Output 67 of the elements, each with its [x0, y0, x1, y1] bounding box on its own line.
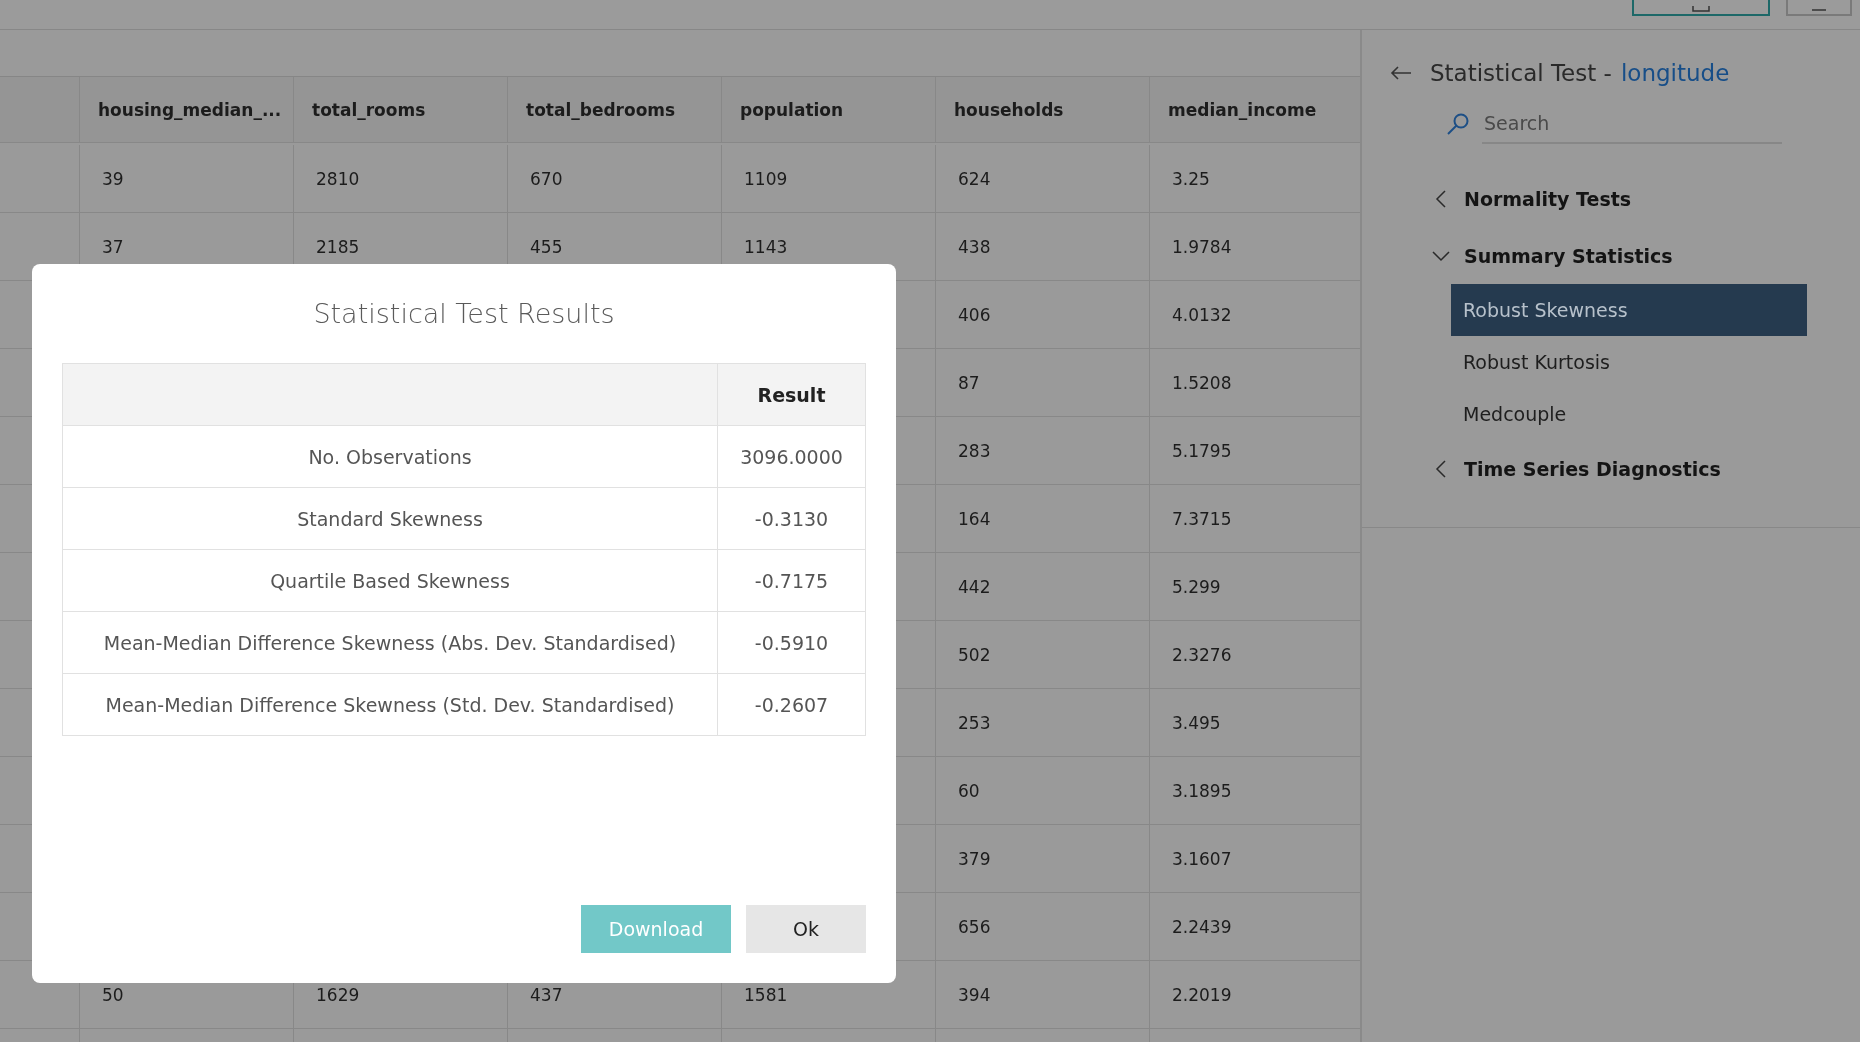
table-cell: 656	[936, 893, 1150, 961]
table-cell: 60	[936, 757, 1150, 825]
table-cell: 438	[936, 213, 1150, 281]
table-cell: Mean-Median Difference Skewness (Std. Dev. Standardised)	[63, 674, 718, 736]
chevron-left-icon[interactable]	[1435, 459, 1447, 478]
table-cell: 3.1607	[1150, 825, 1360, 893]
dialog-title: Statistical Test Results	[313, 298, 615, 329]
table-cell: 442	[936, 553, 1150, 621]
menu-icon	[1812, 8, 1826, 12]
column-header[interactable]: households	[936, 77, 1150, 143]
table-cell: 87	[936, 349, 1150, 417]
column-header[interactable]: total_bedrooms	[508, 77, 722, 143]
header-cell: Result	[718, 364, 866, 426]
table-cell: 164	[936, 485, 1150, 553]
table-cell: 379	[936, 825, 1150, 893]
table-cell: 2.2439	[1150, 893, 1360, 961]
table-cell: 283	[936, 417, 1150, 485]
table-cell: 2.2019	[1150, 961, 1360, 1029]
table-cell: No. Observations	[63, 426, 718, 488]
tree-item[interactable]: Robust Skewness	[1451, 284, 1807, 336]
table-cell: 1.9784	[1150, 213, 1360, 281]
table-cell: -0.2607	[718, 674, 866, 736]
tree-group[interactable]: Summary Statistics	[1464, 244, 1673, 267]
table-cell: 2810	[294, 145, 508, 213]
column-header[interactable]: housing_median_...	[80, 77, 294, 143]
tree-item[interactable]: Robust Kurtosis	[1451, 336, 1807, 388]
table-cell: 4.0132	[1150, 281, 1360, 349]
table-cell: 1109	[722, 145, 936, 213]
table-cell: 253	[936, 689, 1150, 757]
search-icon	[1446, 112, 1470, 136]
save-icon	[1692, 6, 1710, 12]
table-cell: 3.25	[1150, 145, 1360, 213]
table-cell: 5.1795	[1150, 417, 1360, 485]
table-cell: 7.3715	[1150, 485, 1360, 553]
table-cell: Standard Skewness	[63, 488, 718, 550]
column-header[interactable]: population	[722, 77, 936, 143]
table-cell: 3.1895	[1150, 757, 1360, 825]
table-cell: 406	[936, 281, 1150, 349]
save-button[interactable]	[1632, 0, 1770, 16]
tree-group[interactable]: Normality Tests	[1464, 187, 1632, 210]
panel-title: Statistical Test -	[1430, 60, 1612, 86]
table-cell: -0.3130	[718, 488, 866, 550]
table-cell: -0.7175	[718, 550, 866, 612]
table-cell: 39	[80, 145, 294, 213]
table-cell: 5.299	[1150, 553, 1360, 621]
chevron-down-icon[interactable]	[1432, 249, 1450, 262]
table-cell: 394	[936, 961, 1150, 1029]
table-cell: 624	[936, 145, 1150, 213]
tree-group[interactable]: Time Series Diagnostics	[1464, 457, 1721, 480]
table-cell: 3096.0000	[718, 426, 866, 488]
column-name: longitude	[1620, 60, 1730, 86]
table-cell: -0.5910	[718, 612, 866, 674]
table-cell: 670	[508, 145, 722, 213]
table-cell: 2.3276	[1150, 621, 1360, 689]
chevron-left-icon[interactable]	[1435, 189, 1447, 208]
table-cell: Quartile Based Skewness	[63, 550, 718, 612]
column-header[interactable]: total_rooms	[294, 77, 508, 143]
table-cell: Mean-Median Difference Skewness (Abs. Dev. Standardised)	[63, 612, 718, 674]
tree-item[interactable]: Medcouple	[1451, 388, 1807, 440]
column-header[interactable]: median_income	[1150, 77, 1360, 143]
table-cell: 3.495	[1150, 689, 1360, 757]
table-cell: 1.5208	[1150, 349, 1360, 417]
menu-button[interactable]	[1786, 0, 1852, 16]
search-field[interactable]: Search	[1482, 104, 1782, 144]
table-cell: 502	[936, 621, 1150, 689]
ok-button[interactable]: Ok	[746, 905, 866, 953]
back-arrow-icon[interactable]	[1390, 66, 1412, 80]
